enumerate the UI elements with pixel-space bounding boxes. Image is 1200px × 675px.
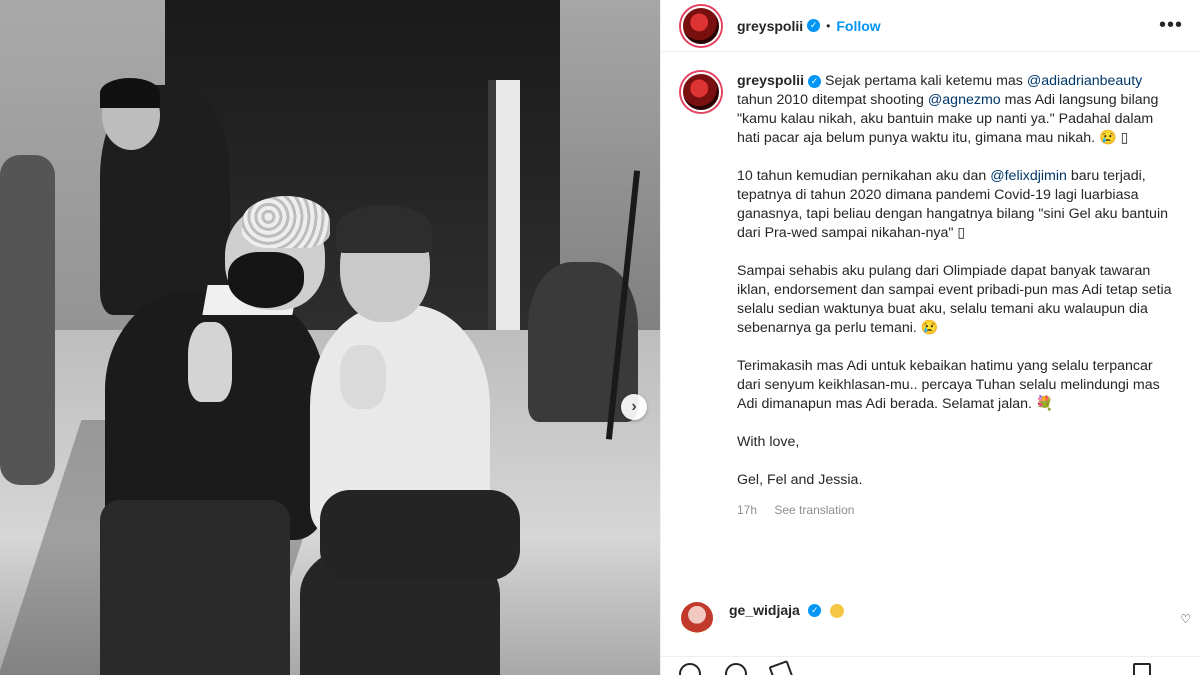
save-bookmark-icon[interactable] <box>1133 663 1151 675</box>
caption-text-segment: Sampai sehabis aku pulang dari Olimpiade… <box>737 263 1172 336</box>
commenter-avatar[interactable] <box>681 602 713 634</box>
caption-text-segment: Gel, Fel and Jessia. <box>737 472 863 488</box>
verified-badge-icon: ✓ <box>808 74 822 88</box>
photo-woman-hair <box>336 205 432 253</box>
comment-bubble-icon[interactable] <box>725 663 747 675</box>
caption-author-avatar[interactable] <box>681 72 721 112</box>
caption-text-segment: Terimakasih mas Adi untuk kebaikan hatim… <box>737 358 1160 412</box>
comment-row: ge_widjaja ✓ ♡ <box>681 602 1191 634</box>
like-heart-icon[interactable] <box>679 663 701 675</box>
photo-door <box>488 80 520 335</box>
caption-text: greyspolii ✓ Sejak pertama kali ketemu ma… <box>737 72 1177 520</box>
comment-like-heart-icon[interactable]: ♡ <box>1180 612 1191 626</box>
header-separator: • <box>826 18 831 33</box>
author-avatar[interactable] <box>681 5 721 46</box>
author-username[interactable]: greyspolii <box>737 18 803 34</box>
commenter-username[interactable]: ge_widjaja <box>729 602 800 618</box>
mention-link[interactable]: @adiadrianbeauty <box>1027 73 1142 89</box>
photo-background-person-cap <box>100 78 160 108</box>
caption-paragraph: greyspolii ✓ Sejak pertama kali ketemu ma… <box>737 72 1177 148</box>
photo-man-bandana <box>242 196 330 248</box>
follow-button[interactable]: Follow <box>836 18 880 34</box>
caption-text-segment: tahun 2010 ditempat shooting <box>737 92 928 108</box>
photo-background-person-left <box>0 155 55 485</box>
caption-text-segment: Sejak pertama kali ketemu mas <box>824 73 1027 89</box>
caption-meta: 17h See translation <box>737 501 1177 520</box>
see-translation-button[interactable]: See translation <box>774 503 854 517</box>
caption-text-segment: 10 tahun kemudian pernikahan aku dan <box>737 168 991 184</box>
post-time: 17h <box>737 503 758 517</box>
photo-man-peace-hand <box>188 322 232 402</box>
post-header: greyspolii ✓ • Follow ••• <box>661 0 1200 52</box>
caption-paragraph: Gel, Fel and Jessia. <box>737 471 1177 490</box>
sad-face-emoji-icon <box>829 603 844 618</box>
chevron-right-icon: › <box>631 398 637 415</box>
photo-woman-peace-hand <box>340 345 386 409</box>
caption-paragraph: With love, <box>737 433 1177 452</box>
post-photo[interactable]: › <box>0 0 660 675</box>
post-side-panel: greyspolii ✓ • Follow ••• greyspolii ✓ Se… <box>660 0 1200 675</box>
caption-paragraph: 10 tahun kemudian pernikahan aku dan @fe… <box>737 167 1177 243</box>
verified-badge-icon: ✓ <box>807 19 821 32</box>
caption-author-username[interactable]: greyspolii <box>737 73 804 89</box>
next-photo-button[interactable]: › <box>621 394 647 420</box>
mention-link[interactable]: @agnezmo <box>928 92 1001 108</box>
post-caption: greyspolii ✓ Sejak pertama kali ketemu ma… <box>681 72 1191 520</box>
photo-man-legs <box>100 500 290 675</box>
photo-woman-tied-jacket <box>320 490 520 580</box>
caption-paragraph: Sampai sehabis aku pulang dari Olimpiade… <box>737 262 1177 338</box>
photo-man-mask <box>228 252 304 308</box>
share-paper-plane-icon[interactable] <box>768 660 794 675</box>
verified-badge-icon: ✓ <box>808 604 822 618</box>
caption-paragraph: Terimakasih mas Adi untuk kebaikan hatim… <box>737 357 1177 414</box>
caption-text-segment: With love, <box>737 434 800 450</box>
post-actions-bar <box>661 656 1200 675</box>
mention-link[interactable]: @felixdjimin <box>990 168 1067 184</box>
more-options-icon[interactable]: ••• <box>1159 14 1183 37</box>
